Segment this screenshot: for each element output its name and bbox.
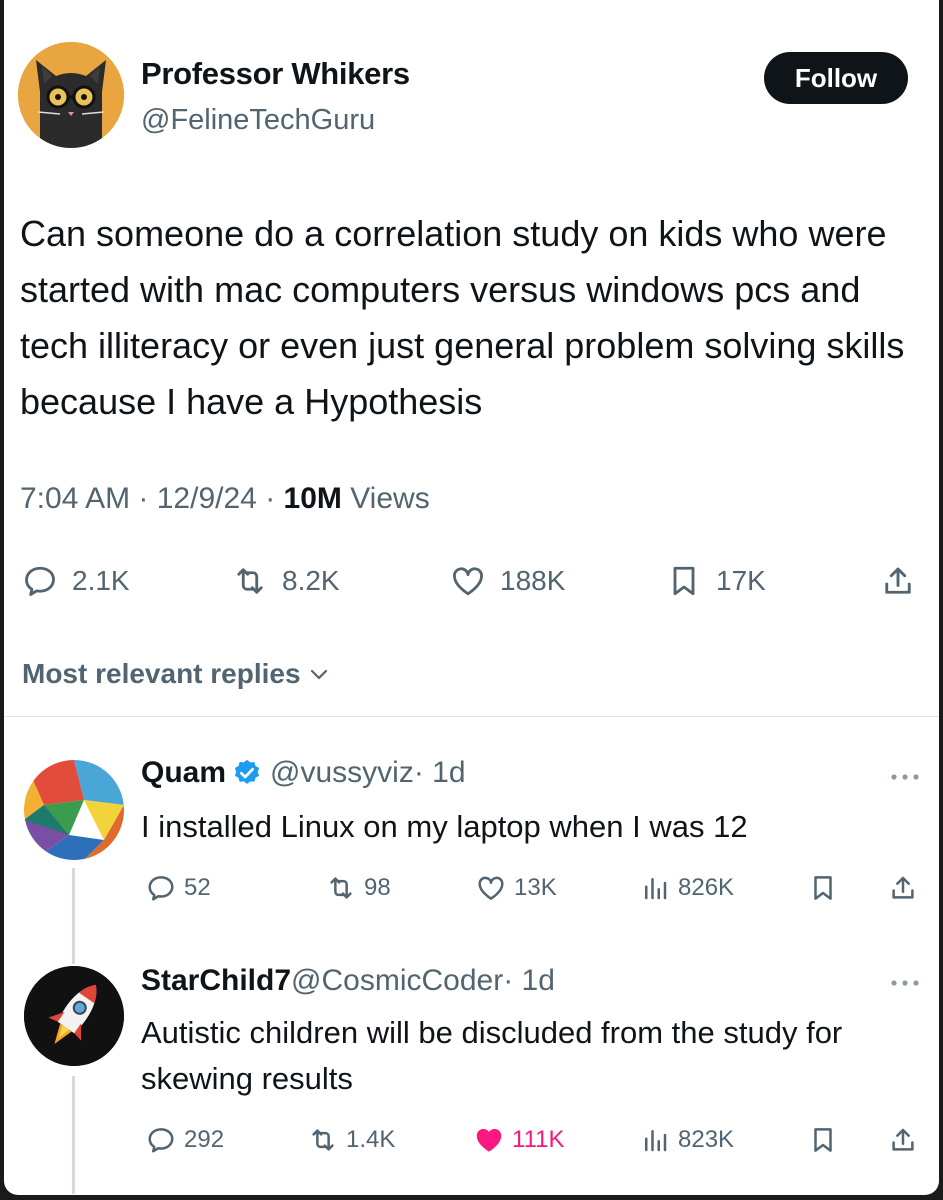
tweet-detail-card: Professor Whikers @FelineTechGuru Follow… bbox=[4, 0, 939, 1195]
views-count: 826K bbox=[678, 874, 735, 901]
repost-icon bbox=[237, 568, 263, 594]
reply-age: · 1d bbox=[413, 756, 466, 789]
share-button[interactable] bbox=[888, 1120, 926, 1160]
like-count: 13K bbox=[514, 874, 557, 901]
reply-action-bar: 52 98 13K 826K bbox=[4, 868, 939, 908]
meta-separator: · bbox=[138, 482, 157, 515]
reply-handle[interactable]: @vussyviz bbox=[270, 756, 414, 790]
reply-display-name[interactable]: Quam bbox=[141, 756, 226, 790]
repost-button[interactable]: 98 bbox=[326, 868, 391, 908]
reply-handle[interactable]: @CosmicCoder bbox=[291, 964, 503, 998]
cat-avatar-icon bbox=[18, 42, 124, 148]
views-count: 10M bbox=[283, 482, 342, 515]
reply-button[interactable]: 2.1K bbox=[22, 558, 130, 604]
reply-button[interactable]: 52 bbox=[146, 868, 211, 908]
repost-count: 1.4K bbox=[346, 1126, 396, 1153]
reply-header: StarChild7 @CosmicCoder · 1d bbox=[141, 964, 555, 998]
tweet-date[interactable]: 12/9/24 bbox=[157, 482, 257, 515]
reply-count: 52 bbox=[184, 874, 211, 901]
views-button[interactable]: 823K bbox=[640, 1120, 734, 1160]
reply-action-bar: 292 1.4K 111K 823K bbox=[4, 1120, 939, 1160]
repost-count: 8.2K bbox=[282, 565, 340, 596]
reply-icon bbox=[148, 1128, 174, 1153]
reply-count: 292 bbox=[184, 1126, 225, 1153]
like-button-active[interactable]: 111K bbox=[474, 1120, 565, 1160]
heart-icon bbox=[453, 567, 483, 596]
reply-count: 2.1K bbox=[72, 565, 130, 596]
more-options-icon[interactable] bbox=[889, 772, 921, 782]
repost-button[interactable]: 1.4K bbox=[308, 1120, 395, 1160]
bookmark-icon bbox=[814, 876, 832, 900]
reply-text: Autistic children will be discluded from… bbox=[141, 1015, 843, 1096]
tweet-meta: 7:04 AM · 12/9/24 · 10M Views bbox=[20, 482, 430, 516]
like-button[interactable]: 188K bbox=[450, 558, 565, 604]
like-count: 111K bbox=[512, 1126, 565, 1153]
reply-display-name[interactable]: StarChild7 bbox=[141, 964, 291, 998]
bookmark-button[interactable] bbox=[808, 868, 846, 908]
reply-text: I installed Linux on my laptop when I wa… bbox=[141, 809, 748, 844]
reply-header: Quam @vussyviz · 1d bbox=[141, 756, 466, 790]
author-display-name[interactable]: Professor Whikers bbox=[141, 56, 410, 92]
repost-icon bbox=[312, 1129, 334, 1151]
share-icon bbox=[892, 876, 914, 899]
heart-filled-icon bbox=[476, 1128, 502, 1152]
like-count: 188K bbox=[500, 565, 566, 596]
replies-sort-label: Most relevant replies bbox=[22, 658, 301, 689]
share-icon bbox=[885, 567, 911, 594]
bookmark-button[interactable] bbox=[808, 1120, 846, 1160]
views-button[interactable]: 826K bbox=[640, 868, 734, 908]
rocket-avatar-icon bbox=[24, 966, 124, 1066]
analytics-icon bbox=[645, 1130, 667, 1152]
bookmark-button[interactable]: 17K bbox=[666, 558, 766, 604]
views-label: Views bbox=[350, 482, 430, 515]
reply-button[interactable]: 292 bbox=[146, 1120, 224, 1160]
repost-count: 98 bbox=[364, 874, 391, 901]
more-options-icon[interactable] bbox=[889, 978, 921, 988]
bookmark-icon bbox=[673, 566, 695, 596]
reply-item[interactable]: Quam @vussyviz · 1d I installed Linux on… bbox=[4, 740, 939, 964]
replies-sort-dropdown[interactable]: Most relevant replies bbox=[22, 658, 331, 690]
bookmark-icon bbox=[814, 1128, 832, 1152]
repost-button[interactable]: 8.2K bbox=[232, 558, 340, 604]
reply-avatar[interactable] bbox=[24, 760, 124, 860]
share-button[interactable] bbox=[880, 558, 916, 604]
chevron-down-icon bbox=[310, 669, 327, 680]
analytics-icon bbox=[645, 878, 667, 900]
views-count: 823K bbox=[678, 1126, 735, 1153]
bookmark-count: 17K bbox=[716, 565, 766, 596]
share-icon bbox=[892, 1128, 914, 1151]
geometric-avatar-icon bbox=[24, 760, 124, 860]
tweet-action-bar: 2.1K 8.2K 188K 17K bbox=[4, 558, 939, 608]
tweet-text: Can someone do a correlation study on ki… bbox=[20, 213, 905, 422]
repost-icon bbox=[330, 877, 352, 899]
reply-item[interactable]: StarChild7 @CosmicCoder · 1d Autistic ch… bbox=[4, 944, 939, 1194]
reply-avatar[interactable] bbox=[24, 966, 124, 1066]
author-handle[interactable]: @FelineTechGuru bbox=[141, 104, 375, 137]
verified-badge-icon bbox=[234, 759, 260, 784]
heart-icon bbox=[478, 876, 504, 900]
share-button[interactable] bbox=[888, 868, 926, 908]
tweet-time[interactable]: 7:04 AM bbox=[20, 482, 130, 515]
author-avatar[interactable] bbox=[18, 42, 124, 148]
reply-icon bbox=[25, 566, 55, 596]
meta-separator: · bbox=[265, 482, 284, 515]
section-divider bbox=[4, 716, 939, 717]
like-button[interactable]: 13K bbox=[476, 868, 557, 908]
tweet-header: Professor Whikers @FelineTechGuru Follow bbox=[4, 0, 939, 170]
reply-age: · 1d bbox=[503, 964, 555, 997]
follow-button[interactable]: Follow bbox=[764, 52, 908, 104]
reply-icon bbox=[148, 876, 174, 901]
